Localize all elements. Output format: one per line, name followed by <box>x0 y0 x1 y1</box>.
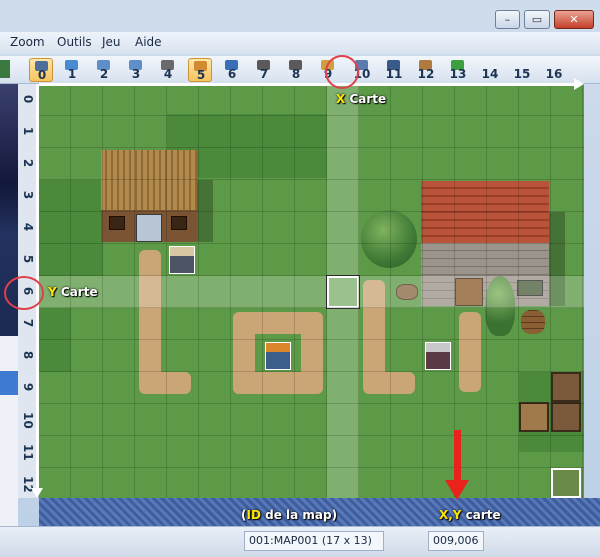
x-carte-label: X Carte <box>336 92 387 106</box>
tileset-icon[interactable] <box>0 60 10 78</box>
tool-number: 14 <box>481 67 499 81</box>
tool-3[interactable]: 3 <box>124 58 148 82</box>
ruler-row-0: 0 <box>21 94 35 104</box>
tool-12[interactable]: 12 <box>414 58 438 82</box>
minimize-icon: – <box>504 13 511 26</box>
menu-bar: Zoom Outils Jeu Aide <box>0 32 600 54</box>
ruler-row-11: 11 <box>21 444 35 461</box>
tool-6[interactable]: 6 <box>220 58 244 82</box>
tool-number: 5 <box>196 68 206 82</box>
selected-map-item[interactable] <box>0 371 18 395</box>
tool-5[interactable]: 5 <box>188 58 212 82</box>
left-panel <box>0 84 18 556</box>
ruler-row-9: 9 <box>21 382 35 392</box>
tool-15[interactable]: 15 <box>510 58 534 82</box>
tool-number: 7 <box>259 67 269 81</box>
maximize-icon: ▭ <box>531 13 543 26</box>
ruler-row-10: 10 <box>21 412 35 429</box>
y-carte-label: Y Carte <box>48 285 98 299</box>
maximize-button[interactable]: ▭ <box>524 10 550 29</box>
ruler-row-2: 2 <box>21 158 35 168</box>
tool-number: 3 <box>131 67 141 81</box>
ruler-row-1: 1 <box>21 126 35 136</box>
app-window: – ▭ ✕ Zoom Outils Jeu Aide 0 1 2 3 4 5 6 7 8 9 10 1… <box>0 0 600 557</box>
map-grid <box>39 84 584 498</box>
id-map-label: (ID de la map) <box>241 508 338 522</box>
tool-number: 13 <box>449 67 467 81</box>
map-canvas[interactable] <box>39 84 584 498</box>
status-bar: 001:MAP001 (17 x 13) 009,006 <box>0 526 600 557</box>
menu-aide[interactable]: Aide <box>135 35 162 49</box>
close-icon: ✕ <box>569 13 579 26</box>
coords-status: 009,006 <box>428 531 484 551</box>
menu-zoom[interactable]: Zoom <box>10 35 45 49</box>
tool-11[interactable]: 11 <box>382 58 406 82</box>
tool-number: 0 <box>37 68 47 82</box>
tool-number: 1 <box>67 67 77 81</box>
arrow-down-icon <box>31 488 43 498</box>
map-id-status: 001:MAP001 (17 x 13) <box>244 531 384 551</box>
minimize-button[interactable]: – <box>495 10 520 29</box>
tool-16[interactable]: 16 <box>542 58 566 82</box>
tool-14[interactable]: 14 <box>478 58 502 82</box>
ruler-row-7: 7 <box>21 318 35 328</box>
tool-13[interactable]: 13 <box>446 58 470 82</box>
tool-number: 2 <box>99 67 109 81</box>
menu-outils[interactable]: Outils <box>57 35 92 49</box>
tool-number: 11 <box>385 67 403 81</box>
ruler-row-3: 3 <box>21 190 35 200</box>
menu-jeu[interactable]: Jeu <box>102 35 121 49</box>
tool-number: 15 <box>513 67 531 81</box>
close-button[interactable]: ✕ <box>554 10 594 29</box>
xy-carte-label: X,Y carte <box>439 508 501 522</box>
ruler-row-4: 4 <box>21 222 35 232</box>
tool-number: 4 <box>163 67 173 81</box>
toolbar: 0 1 2 3 4 5 6 7 8 9 10 11 12 13 14 15 16 <box>0 56 600 84</box>
tool-number: 16 <box>545 67 563 81</box>
tool-7[interactable]: 7 <box>252 58 276 82</box>
red-arrow <box>454 430 461 482</box>
tool-2[interactable]: 2 <box>92 58 116 82</box>
arrow-right-icon <box>574 78 584 90</box>
x-axis-arrow <box>39 83 579 86</box>
tool-4[interactable]: 4 <box>156 58 180 82</box>
tool-1[interactable]: 1 <box>60 58 84 82</box>
ruler-row-5: 5 <box>21 254 35 264</box>
tool-0[interactable]: 0 <box>29 58 53 82</box>
tool-number: 8 <box>291 67 301 81</box>
arrow-down-icon <box>445 480 469 500</box>
highlight-ring <box>325 55 359 89</box>
tool-number: 6 <box>227 67 237 81</box>
map-tree[interactable] <box>0 336 18 556</box>
highlight-ring <box>4 276 44 310</box>
tool-number: 12 <box>417 67 435 81</box>
ruler-row-8: 8 <box>21 350 35 360</box>
tool-8[interactable]: 8 <box>284 58 308 82</box>
